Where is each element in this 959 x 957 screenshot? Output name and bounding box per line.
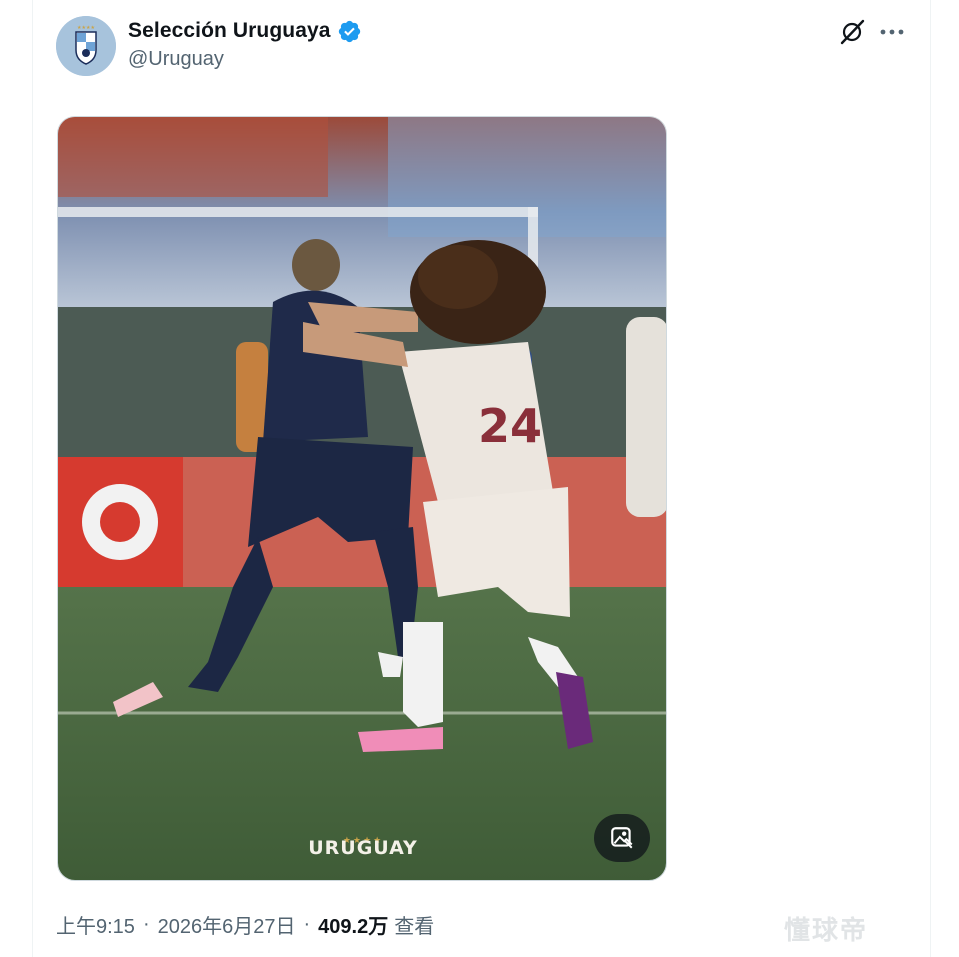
uruguay-brand-mark: URUGUAY bbox=[308, 837, 418, 859]
column-border-right bbox=[930, 0, 931, 957]
tweet-time[interactable]: 上午9:15 bbox=[56, 910, 135, 939]
more-button[interactable] bbox=[876, 16, 908, 48]
verified-badge-icon[interactable] bbox=[337, 19, 362, 44]
meta-separator: · bbox=[303, 913, 311, 935]
tweet-photo[interactable]: 24 ★★★★ URUGUAY bbox=[57, 116, 667, 881]
avatar[interactable]: ★★★★ bbox=[56, 16, 116, 76]
media-tag-icon bbox=[611, 827, 633, 849]
grok-icon bbox=[840, 19, 865, 45]
display-name[interactable]: Selección Uruguaya bbox=[128, 19, 331, 43]
svg-text:24: 24 bbox=[478, 399, 542, 453]
tweet-date[interactable]: 2026年6月27日 bbox=[158, 910, 296, 939]
author-name-row: Selección Uruguaya bbox=[128, 16, 362, 46]
handle[interactable]: @Uruguay bbox=[128, 48, 362, 71]
tweet-meta: 上午9:15 · 2026年6月27日 · 409.2万 查看 bbox=[56, 910, 434, 939]
media-tag-button[interactable] bbox=[594, 814, 650, 862]
svg-text:★★★★: ★★★★ bbox=[77, 25, 95, 31]
views-count[interactable]: 409.2万 bbox=[318, 910, 388, 939]
uruguay-crest-icon: ★★★★ bbox=[56, 16, 116, 76]
photo-football-players: 24 bbox=[58, 117, 666, 880]
tweet-author: Selección Uruguaya @Uruguay bbox=[128, 16, 362, 71]
meta-separator: · bbox=[142, 913, 150, 935]
watermark: 懂球帝 bbox=[784, 915, 869, 945]
views-label: 查看 bbox=[394, 916, 435, 938]
grok-button[interactable] bbox=[836, 16, 868, 48]
more-horizontal-icon bbox=[880, 29, 904, 35]
column-border-left bbox=[32, 0, 33, 957]
